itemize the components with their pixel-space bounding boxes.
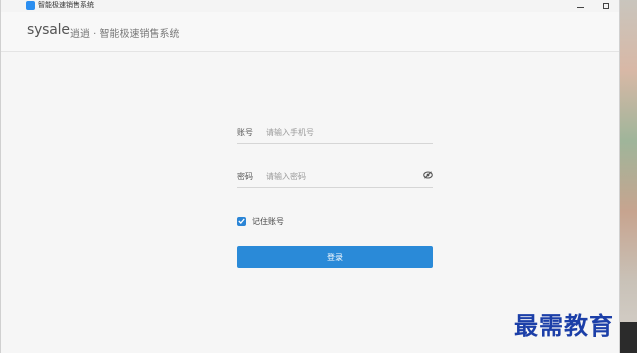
- remember-label: 记住账号: [252, 216, 284, 226]
- logo: sysale: [27, 22, 70, 38]
- minimize-button[interactable]: [573, 0, 587, 12]
- login-button[interactable]: 登录: [237, 246, 433, 268]
- app-window: 智能极速销售系统 sysale 逍逍 · 智能极速销售系统 账号 密码: [0, 0, 620, 353]
- window-title: 智能极速销售系统: [38, 1, 94, 9]
- watermark-logo: 最需教育: [514, 311, 614, 340]
- account-field: 账号: [237, 121, 433, 144]
- desktop-background-dark: [620, 322, 637, 353]
- account-label: 账号: [237, 128, 253, 137]
- password-input[interactable]: [266, 169, 416, 183]
- screen: 智能极速销售系统 sysale 逍逍 · 智能极速销售系统 账号 密码: [0, 0, 637, 353]
- check-icon: [238, 218, 245, 224]
- minimize-icon: [576, 6, 584, 8]
- eye-icon[interactable]: [423, 171, 433, 179]
- app-icon: [26, 1, 35, 10]
- remember-checkbox[interactable]: [237, 216, 246, 226]
- maximize-button[interactable]: [599, 0, 613, 12]
- password-field: 密码: [237, 165, 433, 188]
- remember-account[interactable]: 记住账号: [237, 215, 284, 227]
- desktop-background: [620, 0, 637, 353]
- app-header: sysale 逍逍 · 智能极速销售系统: [1, 12, 619, 52]
- password-label: 密码: [237, 172, 253, 181]
- account-input[interactable]: [266, 125, 416, 139]
- header-subtitle: 逍逍 · 智能极速销售系统: [70, 29, 180, 40]
- title-bar: 智能极速销售系统: [1, 0, 619, 12]
- maximize-icon: [603, 3, 609, 9]
